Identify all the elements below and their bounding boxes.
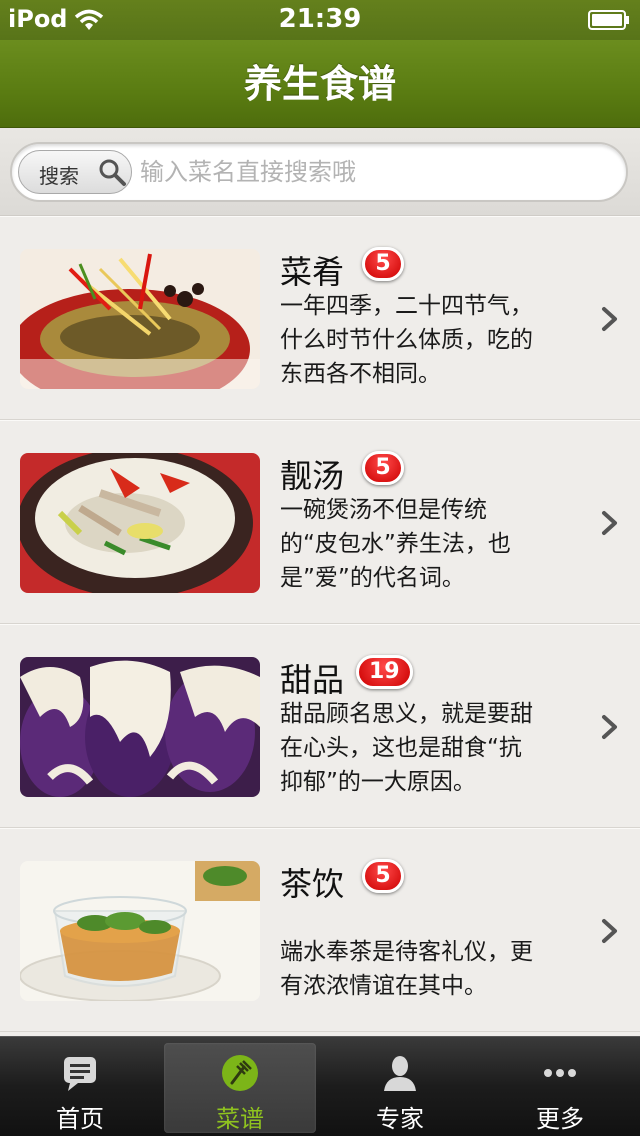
search-icon xyxy=(99,159,126,186)
item-description: 甜品顾名思义，就是要甜 在心头，这也是甜食“抗 抑郁”的一大原因。 xyxy=(280,697,560,799)
tab-experts[interactable]: 专家 xyxy=(324,1043,476,1133)
description-line: 的“皮包水”养生法，也 xyxy=(280,531,511,557)
chevron-right-icon xyxy=(602,919,617,943)
item-description: 一年四季，二十四节气， 什么时节什么体质，吃的 东西各不相同。 xyxy=(280,289,560,391)
chevron-right-icon xyxy=(602,715,617,739)
description-line: 甜品顾名思义，就是要甜 xyxy=(280,701,533,727)
count-badge: 5 xyxy=(362,451,404,485)
fish-dish-photo xyxy=(20,249,260,389)
search-input[interactable] xyxy=(140,150,610,194)
count-badge: 19 xyxy=(356,655,413,689)
item-title: 靓汤 xyxy=(280,457,345,495)
tab-label: 菜谱 xyxy=(216,1105,264,1133)
search-box: 搜索 xyxy=(10,142,628,202)
chevron-right-icon xyxy=(602,307,617,331)
list-item-soup[interactable]: 靓汤 5 一碗煲汤不但是传统 的“皮包水”养生法，也 是”爱”的代名词。 xyxy=(0,420,640,624)
tab-more[interactable]: 更多 xyxy=(484,1043,636,1133)
person-icon xyxy=(384,1056,416,1091)
description-line: 一年四季，二十四节气， xyxy=(280,293,533,319)
count-badge: 5 xyxy=(362,859,404,893)
tab-home[interactable]: 首页 xyxy=(4,1043,156,1133)
battery-icon xyxy=(588,10,629,30)
list-item-tea[interactable]: 茶饮 5 端水奉茶是待客礼仪，更 有浓浓情谊在其中。 xyxy=(0,828,640,1032)
chevron-right-icon xyxy=(602,511,617,535)
soup-pot-photo xyxy=(20,453,260,593)
description-line xyxy=(280,901,560,935)
description-line: 端水奉茶是待客礼仪，更 xyxy=(280,939,533,965)
tab-label: 专家 xyxy=(376,1105,424,1133)
fork-icon xyxy=(222,1055,258,1091)
chat-icon xyxy=(64,1057,96,1091)
list-item-dessert[interactable]: 甜品 19 甜品顾名思义，就是要甜 在心头，这也是甜食“抗 抑郁”的一大原因。 xyxy=(0,624,640,828)
list-item-dishes[interactable]: 菜肴 5 一年四季，二十四节气， 什么时节什么体质，吃的 东西各不相同。 xyxy=(0,216,640,420)
description-line: 在心头，这也是甜食“抗 xyxy=(280,735,522,761)
status-time: 21:39 xyxy=(278,4,362,34)
description-line: 一碗煲汤不但是传统 xyxy=(280,497,487,523)
page-title: 养生食谱 xyxy=(243,62,396,106)
search-button[interactable]: 搜索 xyxy=(18,150,132,194)
tab-recipes[interactable]: 菜谱 xyxy=(164,1043,316,1133)
search-button-label: 搜索 xyxy=(39,164,79,188)
item-title: 菜肴 xyxy=(280,253,345,291)
description-line: 什么时节什么体质，吃的 xyxy=(280,327,533,353)
status-bar: iPod 21:39 xyxy=(0,0,640,40)
description-line: 抑郁”的一大原因。 xyxy=(280,769,476,795)
description-line: 东西各不相同。 xyxy=(280,361,441,387)
tab-label: 首页 xyxy=(56,1105,104,1133)
description-line: 是”爱”的代名词。 xyxy=(280,565,465,591)
item-title: 甜品 xyxy=(280,661,345,699)
tea-cup-photo xyxy=(20,861,260,1001)
tab-label: 更多 xyxy=(536,1105,584,1133)
navigation-bar: 养生食谱 xyxy=(0,40,640,128)
count-badge: 5 xyxy=(362,247,404,281)
description-line: 有浓浓情谊在其中。 xyxy=(280,973,487,999)
search-area: 搜索 xyxy=(0,128,640,216)
item-description: 端水奉茶是待客礼仪，更 有浓浓情谊在其中。 xyxy=(280,901,560,1003)
item-title: 茶饮 xyxy=(280,865,345,903)
tab-bar: 首页 菜谱 专家 更多 xyxy=(0,1036,640,1136)
purple-dessert-photo xyxy=(20,657,260,797)
item-description: 一碗煲汤不但是传统 的“皮包水”养生法，也 是”爱”的代名词。 xyxy=(280,493,560,595)
recipe-category-list: 菜肴 5 一年四季，二十四节气， 什么时节什么体质，吃的 东西各不相同。 靓汤 … xyxy=(0,216,640,1036)
more-icon xyxy=(544,1069,576,1077)
